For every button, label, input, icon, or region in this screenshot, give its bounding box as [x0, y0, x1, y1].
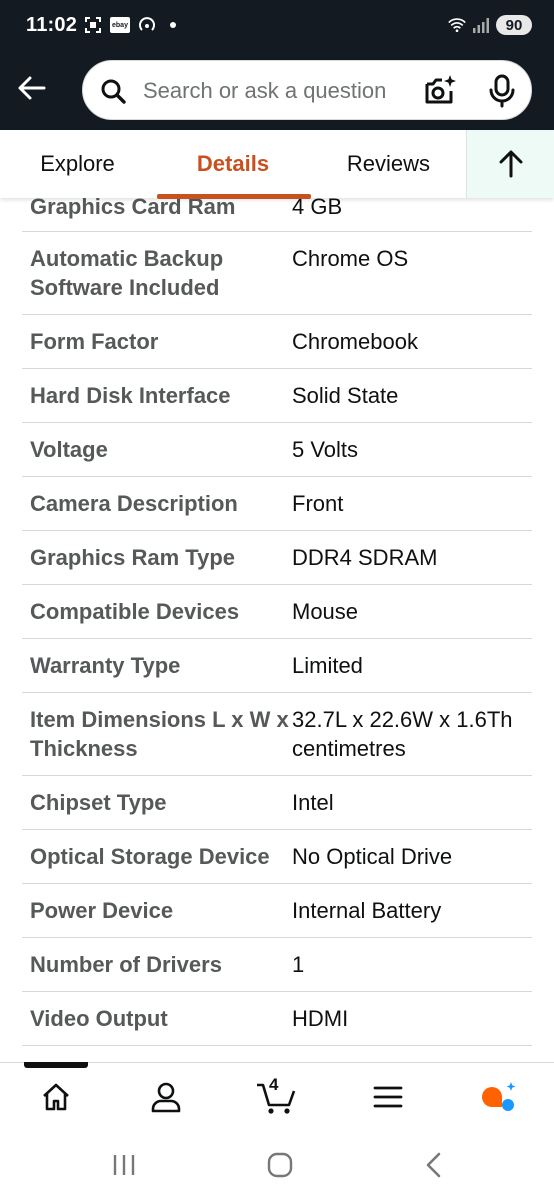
- system-back-button[interactable]: [414, 1150, 454, 1180]
- recent-apps-icon: [113, 1155, 135, 1175]
- table-row: Video Output HDMI: [22, 992, 532, 1046]
- home-icon: [43, 1083, 69, 1111]
- voice-search-button[interactable]: [487, 74, 517, 108]
- spec-key: Video Output: [30, 1006, 168, 1031]
- spec-value: 1: [292, 952, 305, 977]
- search-bar[interactable]: [82, 60, 532, 120]
- active-tab-underline: [157, 194, 311, 199]
- tab-label: Explore: [40, 151, 115, 176]
- hotspot-icon: [138, 16, 156, 34]
- table-row: Number of Drivers 1: [22, 938, 532, 992]
- nav-menu-button[interactable]: [368, 1077, 408, 1117]
- system-navigation-bar: [0, 1130, 554, 1200]
- spec-value: Chromebook: [292, 329, 418, 354]
- table-row: Graphics Ram Type DDR4 SDRAM: [22, 531, 532, 585]
- user-icon: [151, 1082, 181, 1113]
- nav-rufus-button[interactable]: [478, 1077, 518, 1117]
- recent-apps-button[interactable]: [104, 1150, 144, 1180]
- table-row: Item Dimensions L x W x Thickness 32.7L …: [22, 693, 532, 776]
- hamburger-menu-icon: [373, 1086, 403, 1108]
- spec-key: Voltage: [30, 437, 108, 462]
- table-row: Camera Description Front: [22, 477, 532, 531]
- table-row: Optical Storage Device No Optical Drive: [22, 830, 532, 884]
- spec-value: Internal Battery: [292, 898, 442, 923]
- screenshot-icon: [84, 16, 102, 34]
- camera-search-button[interactable]: [423, 74, 457, 108]
- spec-value: 5 Volts: [292, 437, 359, 462]
- spec-value: DDR4 SDRAM: [292, 545, 438, 570]
- back-chevron-icon: [426, 1152, 441, 1178]
- nav-home-button[interactable]: [36, 1077, 76, 1117]
- spec-key: Item Dimensions L x W x Thickness: [30, 707, 289, 761]
- spec-key: Automatic Backup Software Included: [30, 246, 224, 300]
- cart-count-badge: 4: [269, 1075, 279, 1094]
- home-system-button[interactable]: [260, 1150, 300, 1180]
- camera-sparkle-icon: [425, 75, 456, 104]
- table-row: Power Device Internal Battery: [22, 884, 532, 938]
- search-icon: [101, 79, 126, 104]
- status-bar: 11:02 ebay 90: [0, 0, 554, 52]
- spec-key: Warranty Type: [30, 653, 181, 678]
- tab-details[interactable]: Details: [155, 130, 311, 199]
- spec-key: Chipset Type: [30, 790, 167, 815]
- spec-key: Optical Storage Device: [30, 844, 270, 869]
- tab-reviews[interactable]: Reviews: [311, 130, 466, 198]
- nav-account-button[interactable]: [146, 1077, 186, 1117]
- spec-value: Mouse: [292, 599, 359, 624]
- spec-key: Graphics Ram Type: [30, 545, 235, 570]
- table-row: Warranty Type Limited: [22, 639, 532, 693]
- back-button[interactable]: [14, 70, 50, 106]
- rufus-assistant-icon: [482, 1082, 516, 1111]
- spec-key: Form Factor: [30, 329, 159, 354]
- spec-key: Power Device: [30, 898, 174, 923]
- spec-value: Solid State: [292, 383, 399, 408]
- scroll-to-top-button[interactable]: [466, 130, 554, 198]
- spec-value: Intel: [292, 790, 334, 815]
- ebay-app-icon: ebay: [110, 17, 130, 33]
- battery-indicator: 90: [496, 15, 532, 35]
- spec-value: HDMI: [292, 1006, 349, 1031]
- table-row: Hard Disk Interface Solid State: [22, 369, 532, 423]
- spec-value: Chrome OS: [292, 246, 409, 271]
- arrow-up-icon: [499, 150, 523, 178]
- table-row: Voltage 5 Volts: [22, 423, 532, 477]
- system-status-icons: 90: [448, 15, 532, 35]
- more-notifications-dot: [170, 22, 176, 28]
- search-input[interactable]: [141, 73, 403, 109]
- app-header: 11:02 ebay 90: [0, 0, 554, 130]
- microphone-icon: [489, 74, 515, 108]
- spec-value: 32.7L x 22.6W x 1.6Th centimetres: [292, 707, 513, 761]
- spec-key: Number of Drivers: [30, 952, 222, 977]
- active-nav-indicator: [24, 1062, 88, 1068]
- spec-key: Hard Disk Interface: [30, 383, 231, 408]
- tab-explore[interactable]: Explore: [0, 130, 155, 198]
- table-row: Compatible Devices Mouse: [22, 585, 532, 639]
- signal-icon: [472, 16, 490, 34]
- status-time: 11:02: [26, 14, 78, 36]
- table-row: Chipset Type Intel: [22, 776, 532, 830]
- spec-value: Limited: [292, 653, 363, 678]
- spec-value: Front: [292, 491, 344, 516]
- product-tab-bar: Explore Details Reviews: [0, 130, 554, 199]
- notification-icons: ebay: [84, 16, 176, 34]
- back-arrow-icon: [18, 76, 46, 100]
- spec-value: No Optical Drive: [292, 844, 453, 869]
- spec-key: Compatible Devices: [30, 599, 240, 624]
- nav-cart-button[interactable]: 4: [254, 1075, 300, 1117]
- tab-label: Details: [196, 151, 270, 176]
- bottom-navigation: 4: [0, 1062, 554, 1131]
- home-circle-icon: [267, 1152, 293, 1178]
- wifi-icon: [448, 16, 466, 34]
- table-row: Form Factor Chromebook: [22, 315, 532, 369]
- product-details-table: Graphics Card Ram 4 GB Automatic Backup …: [22, 180, 532, 1046]
- spec-key: Camera Description: [30, 491, 238, 516]
- tab-label: Reviews: [346, 151, 431, 176]
- table-row: Automatic Backup Software Included Chrom…: [22, 232, 532, 315]
